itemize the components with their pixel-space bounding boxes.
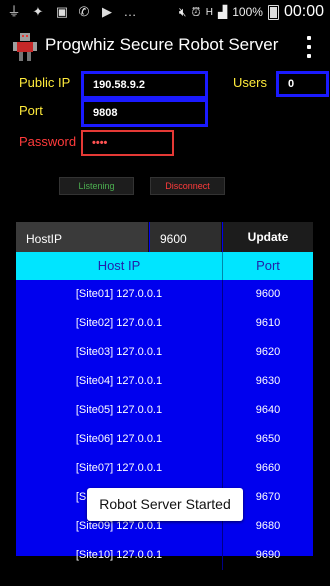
row-port: 9660 — [255, 462, 281, 474]
row-port: 9620 — [255, 346, 281, 358]
more-notifications-icon: … — [123, 4, 137, 19]
listening-button[interactable]: Listening — [59, 177, 134, 195]
usb-icon: ⏚ — [7, 4, 21, 19]
table-row[interactable]: [Site01] 127.0.0.1 9600 — [16, 280, 313, 309]
alarm-icon: ⏰︎ — [191, 4, 201, 19]
column-header-port: Port — [256, 258, 280, 273]
port-field[interactable]: 9808 — [81, 99, 208, 127]
host-ip-input[interactable]: HostIP — [16, 222, 149, 252]
signal-icon: ▟ — [218, 5, 228, 19]
port-label: Port — [19, 103, 43, 118]
mute-icon: 🔇︎ — [178, 4, 187, 19]
table-row[interactable]: [Site02] 127.0.0.1 9610 — [16, 309, 313, 338]
update-row: HostIP 9600 Update — [16, 222, 313, 252]
overflow-menu-icon[interactable] — [306, 36, 312, 58]
row-port: 9650 — [255, 433, 281, 445]
row-host: [Site10] 127.0.0.1 — [16, 541, 223, 570]
row-host: [Site03] 127.0.0.1 — [16, 338, 223, 367]
row-port: 9640 — [255, 404, 281, 416]
table-row[interactable]: [Site10] 127.0.0.1 9690 — [16, 541, 313, 570]
row-host: [Site05] 127.0.0.1 — [16, 396, 223, 425]
users-label: Users — [233, 75, 267, 90]
battery-icon — [267, 4, 279, 20]
whatsapp-icon: ✆ — [78, 4, 90, 19]
toast-message: Robot Server Started — [87, 488, 243, 521]
table-row[interactable]: [Site05] 127.0.0.1 9640 — [16, 396, 313, 425]
table-row[interactable]: [Site03] 127.0.0.1 9620 — [16, 338, 313, 367]
table-body: [Site01] 127.0.0.1 9600 [Site02] 127.0.0… — [16, 280, 313, 570]
row-port: 9630 — [255, 375, 281, 387]
image-icon: ▣ — [55, 4, 69, 19]
action-bar: Progwhiz Secure Robot Server — [0, 24, 330, 69]
app-notification-icon: ✦ — [32, 4, 44, 19]
table-header: Host IP Port — [16, 252, 313, 280]
row-host: [Site07] 127.0.0.1 — [16, 454, 223, 483]
row-host: [Site06] 127.0.0.1 — [16, 425, 223, 454]
video-icon: ▶ — [102, 4, 112, 19]
table-row[interactable]: [Site06] 127.0.0.1 9650 — [16, 425, 313, 454]
table-row[interactable]: [Site04] 127.0.0.1 9630 — [16, 367, 313, 396]
update-button[interactable]: Update — [223, 222, 313, 252]
port-input[interactable]: 9600 — [150, 222, 222, 252]
network-type: H — [205, 6, 214, 18]
password-label: Password — [19, 134, 77, 149]
clock: 00:00 — [283, 3, 324, 20]
password-field[interactable]: •••• — [81, 130, 174, 156]
users-count-field: 0 — [276, 71, 329, 97]
table-row[interactable]: [Site07] 127.0.0.1 9660 — [16, 454, 313, 483]
row-host: [Site04] 127.0.0.1 — [16, 367, 223, 396]
column-header-host-ip: Host IP — [16, 252, 223, 280]
row-host: [Site01] 127.0.0.1 — [16, 280, 223, 309]
public-ip-field[interactable]: 190.58.9.2 — [81, 71, 208, 99]
app-title: Progwhiz Secure Robot Server — [45, 35, 279, 54]
row-port: 9600 — [255, 288, 281, 300]
row-host: [Site02] 127.0.0.1 — [16, 309, 223, 338]
battery-percent: 100% — [232, 5, 263, 19]
row-port: 9690 — [255, 549, 281, 561]
disconnect-button[interactable]: Disconnect — [150, 177, 225, 195]
status-bar: ⏚ ✦ ▣ ✆ ▶ … 🔇︎ ⏰︎ H ▟ 100% 00:00 — [0, 0, 330, 24]
row-port: 9610 — [255, 317, 281, 329]
robot-app-icon — [13, 33, 37, 61]
public-ip-label: Public IP — [19, 75, 71, 90]
